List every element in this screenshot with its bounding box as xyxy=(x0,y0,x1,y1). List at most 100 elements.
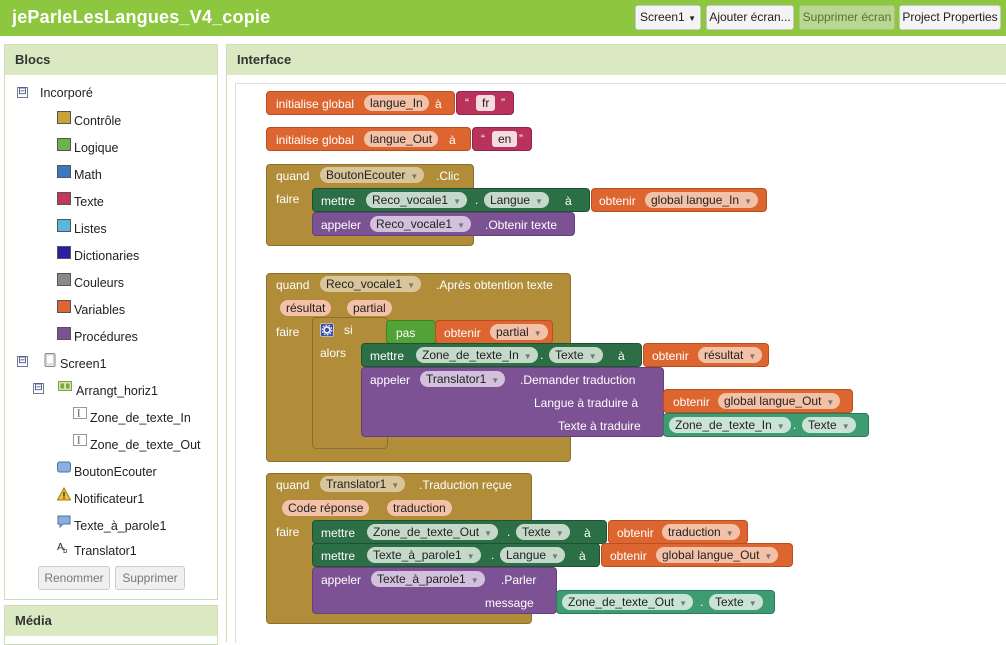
event-param[interactable]: Code réponse xyxy=(282,500,370,516)
call-method-block[interactable]: appeler Reco_vocale1 ▼ .Obtenir texte xyxy=(312,212,575,236)
procedures-swatch-icon xyxy=(57,327,71,340)
tree-item-control[interactable]: Contrôle xyxy=(74,114,121,128)
init-global-block[interactable]: initialise global langue_Out à xyxy=(266,127,471,151)
tree-item-translator[interactable]: Translator1 xyxy=(74,544,137,558)
event-param[interactable]: résultat xyxy=(280,300,332,316)
variable-dropdown[interactable]: global langue_In ▼ xyxy=(645,192,758,208)
get-variable-block[interactable]: obtenir traduction ▼ xyxy=(608,520,748,544)
tree-item-logic[interactable]: Logique xyxy=(74,141,119,155)
component-dropdown[interactable]: Texte_à_parole1 ▼ xyxy=(371,571,485,587)
translate-icon: Ab xyxy=(57,542,68,554)
collapse-icon[interactable]: ⊟ xyxy=(17,356,28,367)
do-keyword: faire xyxy=(276,192,300,206)
method-name: .Parler xyxy=(501,573,537,587)
tree-item-lists[interactable]: Listes xyxy=(74,222,107,236)
chevron-down-icon: ▼ xyxy=(679,599,687,608)
get-variable-block[interactable]: obtenir global langue_In ▼ xyxy=(591,188,767,212)
property-dropdown[interactable]: Texte ▼ xyxy=(549,347,603,363)
screen-select[interactable]: Screen1 ▼ xyxy=(635,5,701,30)
event-name: .Après obtention texte xyxy=(436,278,553,292)
get-variable-block[interactable]: obtenir partial ▼ xyxy=(435,320,553,344)
get-variable-block[interactable]: obtenir global langue_Out ▼ xyxy=(601,543,793,567)
not-block[interactable]: pas xyxy=(386,320,436,344)
tree-item-math[interactable]: Math xyxy=(74,168,102,182)
text-value-field[interactable]: fr xyxy=(476,95,496,111)
collapse-icon[interactable]: ⊟ xyxy=(17,87,28,98)
dot-separator: . xyxy=(475,193,479,207)
get-variable-block[interactable]: obtenir résultat ▼ xyxy=(643,343,769,367)
component-dropdown[interactable]: Zone_de_texte_Out ▼ xyxy=(562,594,693,610)
set-keyword: mettre xyxy=(321,549,356,563)
tree-item-builtin[interactable]: Incorporé xyxy=(40,86,93,100)
tree-item-textbox-in[interactable]: Zone_de_texte_In xyxy=(90,411,191,425)
tree-item-textbox-out[interactable]: Zone_de_texte_Out xyxy=(90,438,201,452)
tree-item-text[interactable]: Texte xyxy=(74,195,104,209)
component-dropdown[interactable]: Translator1 ▼ xyxy=(320,476,406,492)
textbox-icon: I xyxy=(73,407,87,420)
delete-button[interactable]: Supprimer xyxy=(115,566,185,590)
init-global-block[interactable]: initialise global langue_In à xyxy=(266,91,455,115)
tree-item-arrangement[interactable]: Arrangt_horiz1 xyxy=(76,384,158,398)
gear-icon[interactable] xyxy=(320,323,334,337)
set-property-block[interactable]: mettre Zone_de_texte_In ▼ . Texte ▼ à xyxy=(361,343,642,367)
component-dropdown[interactable]: Zone_de_texte_In ▼ xyxy=(416,347,538,363)
add-screen-button[interactable]: Ajouter écran... xyxy=(706,5,794,30)
variable-dropdown[interactable]: partial ▼ xyxy=(490,324,548,340)
component-dropdown[interactable]: Reco_vocale1 ▼ xyxy=(320,276,421,292)
init-keyword: initialise global xyxy=(276,97,355,111)
tree-item-screen1[interactable]: Screen1 xyxy=(60,357,107,371)
text-string-block[interactable]: “ en ” xyxy=(472,127,532,151)
call-method-block[interactable]: appeler Texte_à_parole1 ▼ .Parler message xyxy=(312,567,557,614)
if-keyword: si xyxy=(344,323,353,337)
property-dropdown[interactable]: Langue ▼ xyxy=(484,192,549,208)
tree-item-procedures[interactable]: Procédures xyxy=(74,330,138,344)
project-properties-button[interactable]: Project Properties xyxy=(899,5,1001,30)
component-dropdown[interactable]: Reco_vocale1 ▼ xyxy=(366,192,467,208)
chevron-down-icon: ▼ xyxy=(688,14,696,23)
component-dropdown[interactable]: Zone_de_texte_In ▼ xyxy=(669,417,791,433)
variable-name-field[interactable]: langue_In xyxy=(364,95,429,111)
property-dropdown[interactable]: Langue ▼ xyxy=(500,547,565,563)
tree-item-notifier[interactable]: Notificateur1 xyxy=(74,492,144,506)
collapse-icon[interactable]: ⊟ xyxy=(33,383,44,394)
variable-dropdown[interactable]: résultat ▼ xyxy=(698,347,763,363)
property-dropdown[interactable]: Texte ▼ xyxy=(709,594,763,610)
blocks-canvas[interactable]: initialise global langue_In à “ fr ” ini… xyxy=(235,83,1006,643)
tree-item-button[interactable]: BoutonEcouter xyxy=(74,465,157,479)
component-dropdown[interactable]: Reco_vocale1 ▼ xyxy=(370,216,471,232)
component-property-getter-block[interactable]: Zone_de_texte_In ▼ . Texte ▼ xyxy=(663,413,869,437)
chevron-down-icon: ▼ xyxy=(466,552,475,561)
variables-swatch-icon xyxy=(57,300,71,313)
variable-dropdown[interactable]: global langue_Out ▼ xyxy=(656,547,779,563)
property-name: Langue xyxy=(490,193,531,207)
tree-item-dictionaries[interactable]: Dictionaries xyxy=(74,249,139,263)
component-name: Reco_vocale1 xyxy=(376,217,453,231)
component-property-getter-block[interactable]: Zone_de_texte_Out ▼ . Texte ▼ xyxy=(556,590,775,614)
call-method-block[interactable]: appeler Translator1 ▼ .Demander traductio… xyxy=(361,367,664,437)
text-value-field[interactable]: en xyxy=(492,131,518,147)
variable-dropdown[interactable]: global langue_Out ▼ xyxy=(718,393,841,409)
component-dropdown[interactable]: Zone_de_texte_Out ▼ xyxy=(367,524,498,540)
get-variable-block[interactable]: obtenir global langue_Out ▼ xyxy=(663,389,853,413)
set-property-block[interactable]: mettre Zone_de_texte_Out ▼ . Texte ▼ à xyxy=(312,520,607,544)
do-keyword: faire xyxy=(276,325,300,339)
text-string-block[interactable]: “ fr ” xyxy=(456,91,514,115)
event-param[interactable]: traduction xyxy=(387,500,452,516)
component-dropdown[interactable]: Translator1 ▼ xyxy=(420,371,506,387)
tree-item-tts[interactable]: Texte_à_parole1 xyxy=(74,519,166,533)
component-dropdown[interactable]: BoutonEcouter ▼ xyxy=(320,167,425,183)
set-property-block[interactable]: mettre Texte_à_parole1 ▼ . Langue ▼ à xyxy=(312,543,600,567)
property-dropdown[interactable]: Texte ▼ xyxy=(802,417,856,433)
variable-name-field[interactable]: langue_Out xyxy=(364,131,439,147)
property-dropdown[interactable]: Texte ▼ xyxy=(516,524,570,540)
event-param[interactable]: partial xyxy=(347,300,392,316)
tree-item-colors[interactable]: Couleurs xyxy=(74,276,124,290)
tree-item-variables[interactable]: Variables xyxy=(74,303,125,317)
init-keyword: initialise global xyxy=(276,133,355,147)
dot-separator: . xyxy=(507,525,511,539)
set-property-block[interactable]: mettre Reco_vocale1 ▼ . Langue ▼ à xyxy=(312,188,590,212)
variable-dropdown[interactable]: traduction ▼ xyxy=(662,524,740,540)
component-dropdown[interactable]: Texte_à_parole1 ▼ xyxy=(367,547,481,563)
rename-button[interactable]: Renommer xyxy=(38,566,110,590)
remove-screen-button[interactable]: Supprimer écran xyxy=(799,5,895,30)
